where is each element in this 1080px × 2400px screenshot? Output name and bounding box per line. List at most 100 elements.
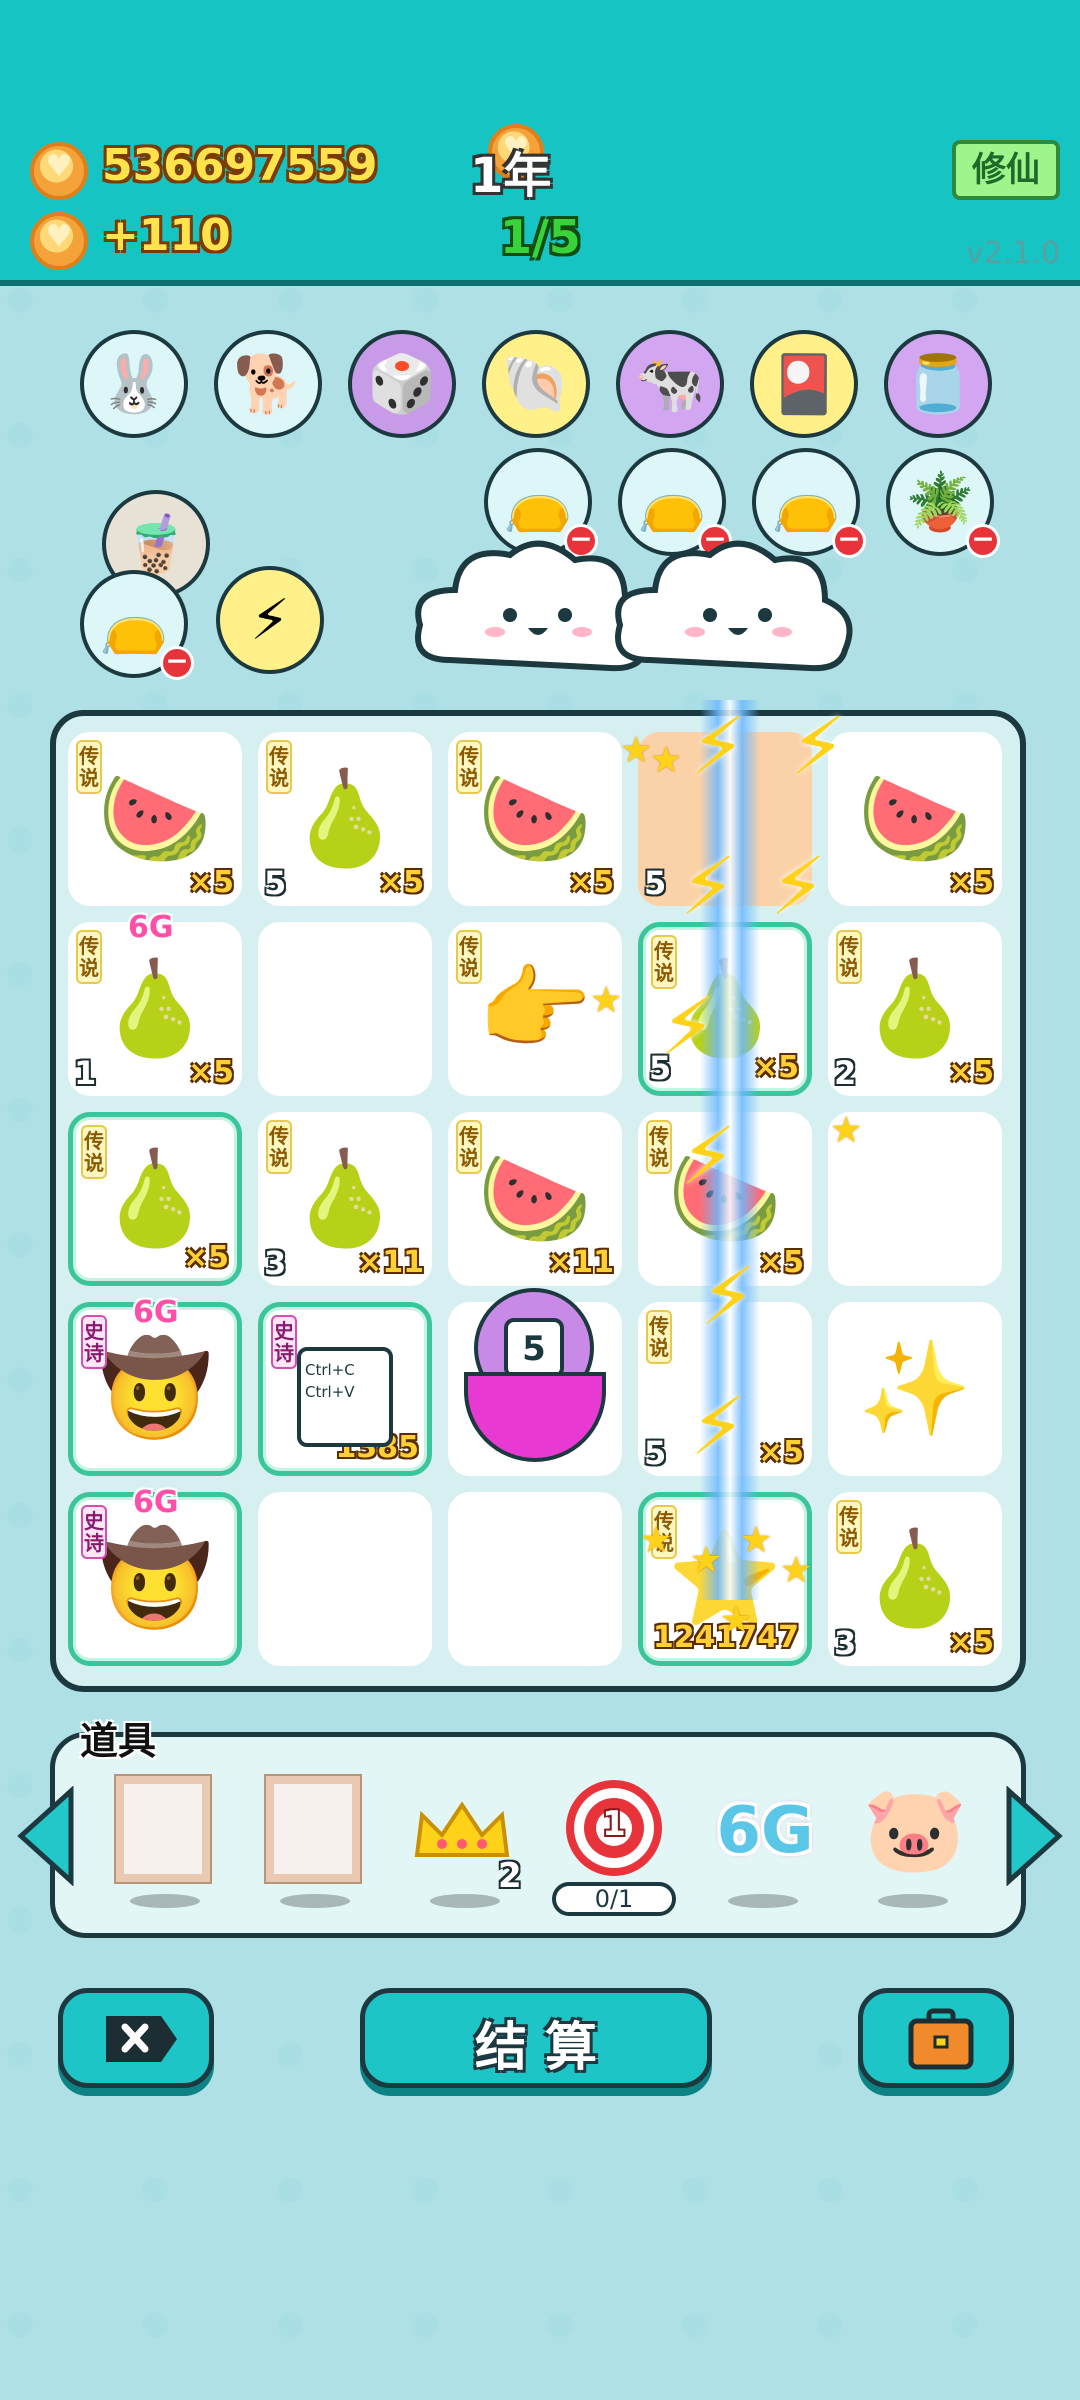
items-prev-arrow-icon[interactable] [16, 1786, 76, 1886]
board-cell[interactable] [258, 1492, 432, 1666]
lightning-relic[interactable]: ⚡ [216, 566, 324, 674]
settle-label: 结 算 [474, 2018, 598, 2078]
item-slot-6g[interactable]: 6G [710, 1770, 820, 1890]
frame-icon [266, 1776, 360, 1882]
copy-card-line-2: Ctrl+V [305, 1383, 355, 1401]
delete-icon [106, 2016, 177, 2062]
lightning-bolt-icon: ⚡ [660, 980, 717, 1073]
rarity-tag: 传说 [836, 1500, 862, 1554]
cultivate-button[interactable]: 修仙 [952, 140, 1060, 200]
version-label: v2.1.0 [966, 236, 1061, 271]
lightning-bolt-icon: ⚡ [690, 700, 747, 793]
board-cell[interactable]: 🍉 传说 ×11 [448, 1112, 622, 1286]
board-cell[interactable] [258, 922, 432, 1096]
item-count: ×5 [377, 865, 424, 900]
board-cell[interactable]: ✨ [828, 1302, 1002, 1476]
item-slot-frame-2[interactable] [262, 1770, 362, 1890]
board-cell[interactable]: 史诗 1385 Ctrl+C Ctrl+V [258, 1302, 432, 1476]
item-count: ×5 [757, 1435, 804, 1470]
board-cell[interactable]: 🍐 传说 ×5 [68, 1112, 242, 1286]
star-icon: ★ [780, 1550, 813, 1591]
board-cell[interactable]: 🍐 传说 ×11 3 [258, 1112, 432, 1286]
dog-relic[interactable]: 🐕 [214, 330, 322, 438]
board-cell[interactable]: 🍐 传说 ×5 3 [828, 1492, 1002, 1666]
board-cell[interactable]: 5 [448, 1288, 622, 1476]
cows-relic[interactable]: 🐄 [616, 330, 724, 438]
board-cell[interactable] [448, 1492, 622, 1666]
multiplier-relic[interactable]: 🎲 [348, 330, 456, 438]
rarity-tag: 传说 [266, 1120, 292, 1174]
sixg-badge: 6G [128, 910, 174, 945]
item-level: 3 [264, 1244, 287, 1282]
star-icon: ★ [650, 740, 683, 781]
lightning-bolt-icon: ⚡ [770, 840, 827, 933]
rarity-tag: 传说 [81, 1125, 107, 1179]
item-level: 5 [644, 864, 667, 902]
item-slot-crown[interactable]: 2 [412, 1770, 522, 1896]
discard-button[interactable] [58, 1988, 214, 2088]
star-icon: ★ [590, 980, 623, 1021]
stage-progress: 1/5 [500, 210, 581, 264]
rarity-tag: 传说 [456, 1120, 482, 1174]
item-slot-frame-1[interactable] [112, 1770, 212, 1890]
magic-pot-icon [464, 1372, 606, 1462]
item-level: 2 [834, 1054, 857, 1092]
remove-badge-icon[interactable]: − [966, 524, 1000, 558]
item-count: ×11 [547, 1245, 614, 1280]
item-level: 5 [264, 864, 287, 902]
sixg-icon: 6G [716, 1794, 814, 1868]
backpack-button[interactable] [858, 1988, 1014, 2088]
item-slot-target[interactable]: 1 0/1 [552, 1770, 676, 1916]
item-count: ×5 [187, 865, 234, 900]
board-cell[interactable]: 🤠 史诗 6G [68, 1295, 242, 1476]
rarity-tag: 传说 [76, 930, 102, 984]
board-cell[interactable]: 🍐 传说 6G ×5 1 [68, 910, 242, 1096]
item-count: ×11 [357, 1245, 424, 1280]
item-count: ×5 [182, 1240, 229, 1275]
item-count: ×5 [947, 865, 994, 900]
board-cell[interactable]: 🍉传说×5 [448, 732, 622, 906]
crown-icon [414, 1801, 510, 1857]
slot-shadow [728, 1894, 798, 1908]
rarity-tag: 传说 [266, 740, 292, 794]
item-slot-piggy-bank[interactable]: 🐷 [860, 1770, 970, 1890]
star-icon: ★ [740, 1520, 773, 1561]
sixg-badge: 6G [133, 1295, 179, 1330]
item-level: 5 [644, 1434, 667, 1472]
rarity-tag: 史诗 [81, 1315, 107, 1369]
rarity-tag: 传说 [456, 930, 482, 984]
item-level: 1 [74, 1054, 97, 1092]
item-icon: ✨ [857, 1335, 973, 1442]
item-count: ×5 [947, 1625, 994, 1660]
board-cell[interactable]: 🍐 传说 ×5 2 [828, 922, 1002, 1096]
crown-count: 2 [498, 1856, 522, 1896]
slot-shadow [130, 1894, 200, 1908]
jar-relic[interactable]: 🫙 [884, 330, 992, 438]
lightning-bolt-icon: ⚡ [690, 1380, 747, 1473]
target-progress: 0/1 [552, 1882, 676, 1916]
board-cell[interactable]: 🤠 史诗 6G [68, 1485, 242, 1666]
rabbit-relic[interactable]: 🐰 [80, 330, 188, 438]
settle-button[interactable]: 结 算 [360, 1988, 712, 2088]
shell-relic[interactable]: 🐚 [482, 330, 590, 438]
items-next-arrow-icon[interactable] [1004, 1786, 1064, 1886]
rarity-tag: 传说 [456, 740, 482, 794]
year-counter: 1年 [470, 148, 552, 204]
star-icon: ★ [640, 1520, 673, 1561]
board-cell[interactable]: 🍉传说×5 [68, 732, 242, 906]
board-cell[interactable]: 🍉 ×5 [828, 732, 1002, 906]
slot-shadow [280, 1894, 350, 1908]
lightning-bolt-icon: ⚡ [680, 840, 737, 933]
copy-card-icon: Ctrl+C Ctrl+V [297, 1347, 393, 1447]
rarity-tag: 史诗 [271, 1315, 297, 1369]
item-count: ×5 [567, 865, 614, 900]
remove-badge-icon[interactable]: − [160, 646, 194, 680]
lightning-bolt-icon: ⚡ [790, 700, 847, 793]
item-count: ×5 [187, 1055, 234, 1090]
board-cell[interactable]: 🍐传说×55 [258, 732, 432, 906]
item-count: ×5 [947, 1055, 994, 1090]
star-icon: ★ [830, 1110, 863, 1151]
card-pack-relic[interactable]: 🎴 [750, 330, 858, 438]
star-icon: ★ [720, 1600, 753, 1641]
sixg-badge: 6G [133, 1485, 179, 1520]
